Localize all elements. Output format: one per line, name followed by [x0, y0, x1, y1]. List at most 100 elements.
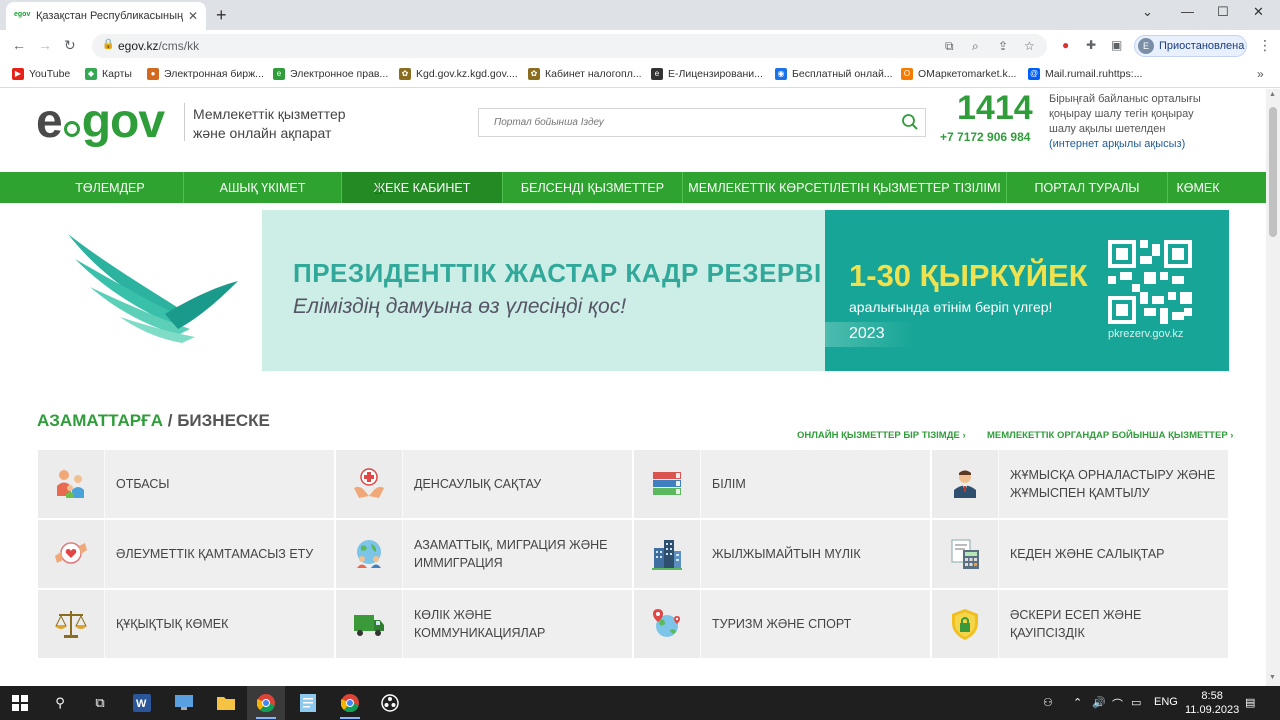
bookmark-item[interactable]: ▶ YouTube: [12, 68, 70, 80]
truck-icon: [354, 615, 384, 636]
side-panel-icon[interactable]: ▣: [1111, 38, 1122, 52]
task-view-icon[interactable]: ⧉: [90, 693, 110, 713]
browser-globe-icon: ◉: [775, 68, 787, 80]
nav-help[interactable]: КӨМЕК: [1168, 172, 1228, 203]
bookmark-star-icon[interactable]: ☆: [1024, 39, 1035, 53]
phone-number[interactable]: +7 7172 906 984: [940, 130, 1030, 144]
egov-icon: e: [273, 68, 285, 80]
nav-personal-cabinet[interactable]: ЖЕКЕ КАБИНЕТ: [342, 172, 503, 203]
close-tab-icon[interactable]: ✕: [188, 9, 198, 23]
site-tagline: Мемлекеттік қызметтер және онлайн ақпара…: [193, 106, 346, 141]
new-tab-button[interactable]: +: [216, 5, 227, 26]
agency-services-link[interactable]: МЕМЛЕКЕТТІК ОРГАНДАР БОЙЫНША ҚЫЗМЕТТЕР ›: [987, 430, 1233, 441]
forward-arrow-icon[interactable]: →: [38, 37, 52, 53]
chrome-icon[interactable]: [256, 693, 276, 713]
avatar: E: [1138, 38, 1154, 54]
omarket-icon: O: [901, 68, 913, 80]
section-title: АЗАМАТТАРҒА / БИЗНЕСКЕ: [37, 411, 270, 430]
banner-subline: Еліміздің дамуына өз үлесіңді қос!: [293, 295, 627, 318]
word-app-icon[interactable]: W: [132, 693, 152, 713]
extensions-puzzle-icon[interactable]: ✚: [1086, 38, 1096, 52]
people-icon[interactable]: ⚇: [1043, 696, 1053, 709]
minimize-window-icon[interactable]: —: [1181, 4, 1194, 19]
category-legal-aid[interactable]: ҚҰҚЫҚТЫҚ КӨМЕК: [38, 590, 334, 658]
notepad-icon[interactable]: [298, 693, 318, 713]
qr-code-icon: [1108, 240, 1192, 324]
category-customs-taxes[interactable]: КЕДЕН ЖӘНЕ САЛЫҚТАР: [932, 520, 1228, 588]
category-tourism-sport[interactable]: ТУРИЗМ ЖӘНЕ СПОРТ: [634, 590, 930, 658]
category-employment[interactable]: ЖҰМЫСҚА ОРНАЛАСТЫРУ ЖӘНЕ ЖҰМЫСПЕН ҚАМТЫЛ…: [932, 450, 1228, 518]
globe-people-icon: [357, 540, 381, 568]
kgd-emblem-icon: ✿: [399, 68, 411, 80]
bookmark-item[interactable]: ● Электронная бирж...: [147, 68, 264, 80]
bookmark-item[interactable]: ◉ Бесплатный онлай...: [775, 68, 893, 80]
hotline-number[interactable]: 1414: [957, 89, 1033, 128]
bookmark-item[interactable]: ◆ Карты: [85, 68, 132, 80]
category-education[interactable]: БІЛІМ: [634, 450, 930, 518]
scales-icon: [55, 611, 87, 638]
more-bookmarks-icon[interactable]: »: [1257, 67, 1264, 81]
egov-logo[interactable]: e gov: [36, 97, 165, 147]
tab-business[interactable]: БИЗНЕСКЕ: [177, 411, 270, 430]
windows-start-icon[interactable]: [10, 693, 30, 713]
address-url[interactable]: egov.kz/cms/kk: [118, 39, 199, 53]
close-window-icon[interactable]: ✕: [1253, 4, 1264, 20]
nav-payments[interactable]: ТӨЛЕМДЕР: [37, 172, 184, 203]
tab-citizens[interactable]: АЗАМАТТАРҒА: [37, 411, 163, 430]
nav-open-government[interactable]: АШЫҚ ҮКІМЕТ: [184, 172, 342, 203]
bookmark-item[interactable]: e Е-Лицензировани...: [651, 68, 763, 80]
tab-search-chevron-icon[interactable]: ⌄: [1142, 4, 1153, 20]
category-citizenship[interactable]: АЗАМАТТЫҚ, МИГРАЦИЯ ЖӘНЕ ИММИГРАЦИЯ: [336, 520, 632, 588]
address-bar[interactable]: 🔒 egov.kz/cms/kk ⧉ ⌕ ⇪ ☆: [92, 34, 1047, 58]
nav-active-services[interactable]: БЕЛСЕНДІ ҚЫЗМЕТТЕР: [503, 172, 683, 203]
system-clock[interactable]: 8:58 11.09.2023: [1185, 689, 1239, 717]
exchange-icon: ●: [147, 68, 159, 80]
bookmark-item[interactable]: e Электронное прав...: [273, 68, 388, 80]
social-care-icon: [55, 542, 87, 564]
remote-desktop-icon[interactable]: [174, 693, 194, 713]
battery-icon[interactable]: ▭: [1131, 696, 1141, 709]
translate-icon[interactable]: ⧉: [945, 39, 954, 54]
chrome-profile-icon[interactable]: [340, 693, 360, 713]
online-services-link[interactable]: ОНЛАЙН ҚЫЗМЕТТЕР БІР ТІЗІМДЕ ›: [797, 430, 966, 441]
obs-icon[interactable]: [380, 693, 400, 713]
health-icon: [354, 468, 384, 498]
category-military-security[interactable]: ӘСКЕРИ ЕСЕП ЖӘНЕ ҚАУІПСІЗДІК: [932, 590, 1228, 658]
reload-icon[interactable]: ↻: [64, 37, 76, 54]
profile-button[interactable]: E Приостановлена: [1134, 35, 1247, 57]
scrollbar-thumb[interactable]: [1269, 107, 1277, 237]
volume-icon[interactable]: 🔊: [1092, 696, 1106, 709]
browser-toolbar: ← → ↻ 🔒 egov.kz/cms/kk ⧉ ⌕ ⇪ ☆ ● ✚ ▣ E П…: [0, 30, 1280, 62]
portal-search: [478, 108, 926, 137]
back-arrow-icon[interactable]: ←: [12, 37, 26, 53]
browser-tab[interactable]: egov Қазақстан Республикасының Эл ✕: [6, 2, 206, 30]
extension-record-icon[interactable]: ●: [1062, 38, 1069, 52]
bookmark-item[interactable]: @ Mail.rumail.ruhttps:...: [1028, 68, 1142, 80]
search-icon[interactable]: ⚲: [50, 693, 70, 713]
notifications-icon[interactable]: ▤: [1245, 696, 1255, 709]
category-family[interactable]: ОТБАСЫ: [38, 450, 334, 518]
category-health[interactable]: ДЕНСАУЛЫҚ САҚТАУ: [336, 450, 632, 518]
share-icon[interactable]: ⇪: [998, 39, 1008, 53]
language-indicator[interactable]: ENG: [1154, 696, 1178, 708]
bookmark-item[interactable]: ✿ Kgd.gov.kz.kgd.gov....: [399, 68, 518, 80]
category-transport[interactable]: КӨЛІК ЖӘНЕ КОММУНИКАЦИЯЛАР: [336, 590, 632, 658]
category-social-security[interactable]: ӘЛЕУМЕТТІК ҚАМТАМАСЫЗ ЕТУ: [38, 520, 334, 588]
search-icon[interactable]: [901, 113, 919, 131]
nav-about-portal[interactable]: ПОРТАЛ ТУРАЛЫ: [1007, 172, 1168, 203]
youth-reserve-banner[interactable]: ПРЕЗИДЕНТТІК ЖАСТАР КАДР РЕЗЕРВІ Елімізд…: [262, 210, 1229, 371]
network-icon[interactable]: ⌒: [1112, 696, 1123, 712]
bookmark-item[interactable]: ✿ Кабинет налогопл...: [528, 68, 642, 80]
maximize-window-icon[interactable]: ☐: [1217, 4, 1229, 20]
page-scrollbar[interactable]: ▲ ▼: [1266, 89, 1280, 686]
search-input[interactable]: [479, 109, 889, 136]
browser-menu-icon[interactable]: ⋮: [1258, 37, 1272, 54]
internet-call-link[interactable]: (интернет арқылы ақысыз): [1049, 138, 1185, 150]
bookmark-item[interactable]: O ОМаркетоmarket.k...: [901, 68, 1016, 80]
tray-overflow-icon[interactable]: ⌃: [1073, 696, 1082, 709]
zoom-icon[interactable]: ⌕: [972, 39, 979, 54]
file-explorer-icon[interactable]: [216, 693, 236, 713]
category-real-estate[interactable]: ЖЫЛЖЫМАЙТЫН МҮЛІК: [634, 520, 930, 588]
nav-services-registry[interactable]: МЕМЛЕКЕТТІК КӨРСЕТІЛЕТІН ҚЫЗМЕТТЕР ТІЗІЛ…: [683, 172, 1007, 203]
youtube-icon: ▶: [12, 68, 24, 80]
